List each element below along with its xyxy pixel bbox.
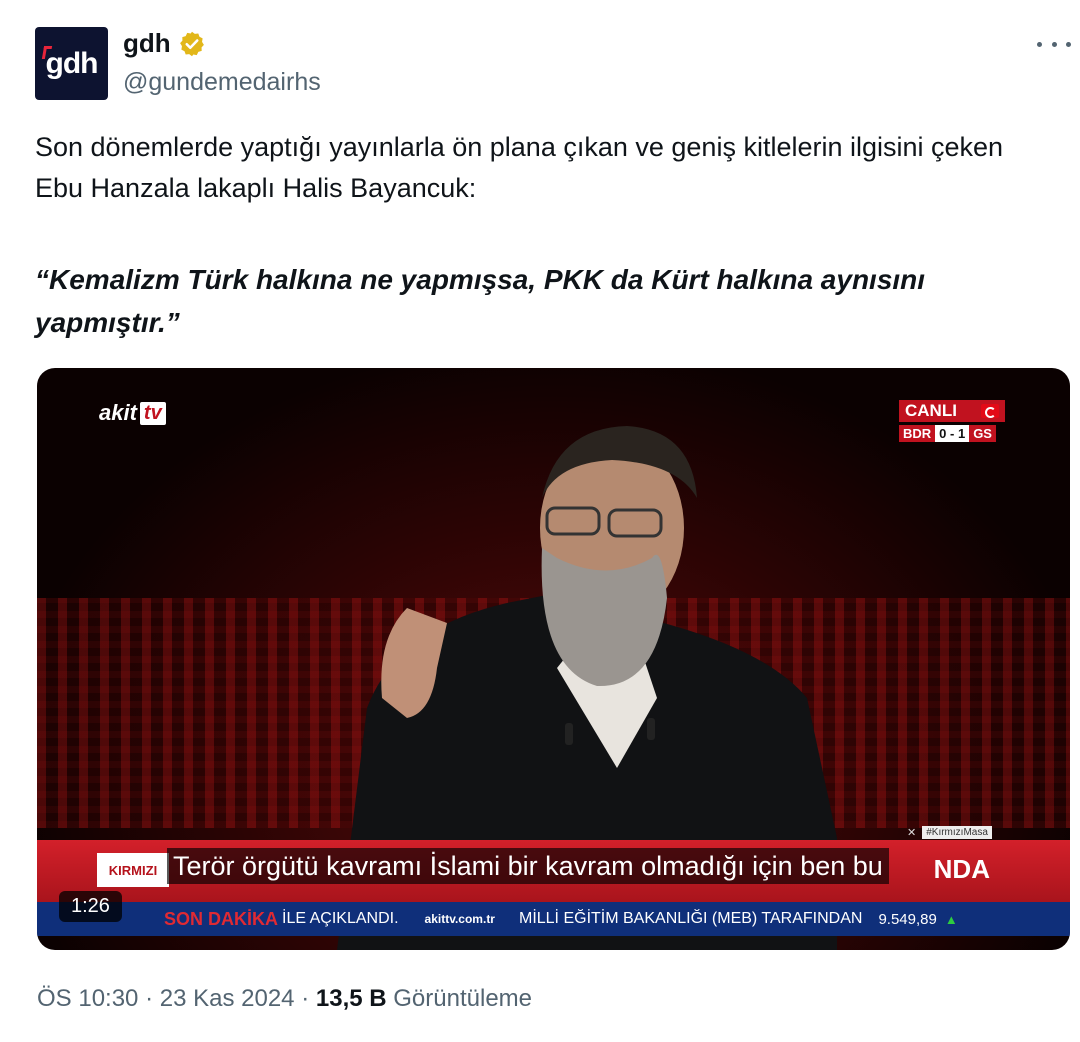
hashtag-text: #KırmızıMasa xyxy=(922,826,992,839)
ticker-breaking: SON DAKİKA xyxy=(164,908,279,930)
view-count: 13,5 B xyxy=(315,985,387,1012)
author-name[interactable]: gdh xyxy=(123,28,171,59)
author-handle[interactable]: @gundemedairhs xyxy=(123,68,321,97)
ticker-site: akittv.com.tr xyxy=(424,912,495,926)
live-box: CANLI BDR 0 - 1 GS xyxy=(899,400,1005,442)
lower-third-label: KIRMIZI xyxy=(97,853,169,887)
more-options-icon[interactable] xyxy=(1037,30,1071,58)
arrow-up-icon: ▲ xyxy=(944,911,958,927)
turkey-flag-icon xyxy=(981,404,999,418)
video-player[interactable]: akit tv CANLI BDR 0 - 1 GS ✕ #KırmızıMas… xyxy=(37,368,1070,950)
channel-tv: tv xyxy=(139,401,166,425)
score-away: GS xyxy=(969,425,996,442)
tweet-time[interactable]: ÖS 10:30 xyxy=(37,985,138,1012)
news-ticker: SON DAKİKA İLE AÇIKLANDI. akittv.com.tr … xyxy=(37,902,1070,936)
channel-logo: akit tv xyxy=(99,400,166,426)
lower-third-suffix: NDA xyxy=(933,854,990,884)
author-name-row[interactable]: gdh xyxy=(123,28,206,59)
channel-name: akit xyxy=(99,400,137,425)
score-home: BDR xyxy=(899,425,936,442)
video-duration: 1:26 xyxy=(59,891,122,922)
avatar-text: gdh xyxy=(45,46,99,80)
ticker-index: 9.549,89 xyxy=(878,910,937,928)
avatar[interactable]: gdh xyxy=(35,27,108,100)
live-label-row: CANLI xyxy=(899,400,1005,422)
match-score: BDR 0 - 1 GS xyxy=(899,425,1005,442)
score-value: 0 - 1 xyxy=(935,425,970,442)
tweet-date[interactable]: 23 Kas 2024 xyxy=(160,985,295,1012)
ticker-text-2: MİLLİ EĞİTİM BAKANLIĞI (MEB) TARAFINDAN xyxy=(518,910,863,927)
tweet: gdh gdh @gundemedairhs Son dönemlerde ya… xyxy=(0,0,1080,1042)
separator-dot: · xyxy=(301,985,310,1012)
tweet-text: Son dönemlerde yaptığı yayınlarla ön pla… xyxy=(35,132,1004,203)
hashtag-tag: ✕ #KırmızıMasa xyxy=(907,826,992,839)
ticker-text-1: İLE AÇIKLANDI. xyxy=(282,910,399,927)
live-label: CANLI xyxy=(905,401,957,420)
video-subtitle: Terör örgütü kavramı İslami bir kavram o… xyxy=(167,848,889,884)
tweet-quote: “Kemalizm Türk halkına ne yapmışsa, PKK … xyxy=(35,264,926,338)
tweet-meta: ÖS 10:30 · 23 Kas 2024 · 13,5 B Görüntül… xyxy=(37,985,532,1013)
verified-badge-icon xyxy=(179,31,204,56)
separator-dot: · xyxy=(145,985,154,1012)
view-label: Görüntüleme xyxy=(393,985,533,1012)
x-logo-icon: ✕ xyxy=(907,827,917,839)
